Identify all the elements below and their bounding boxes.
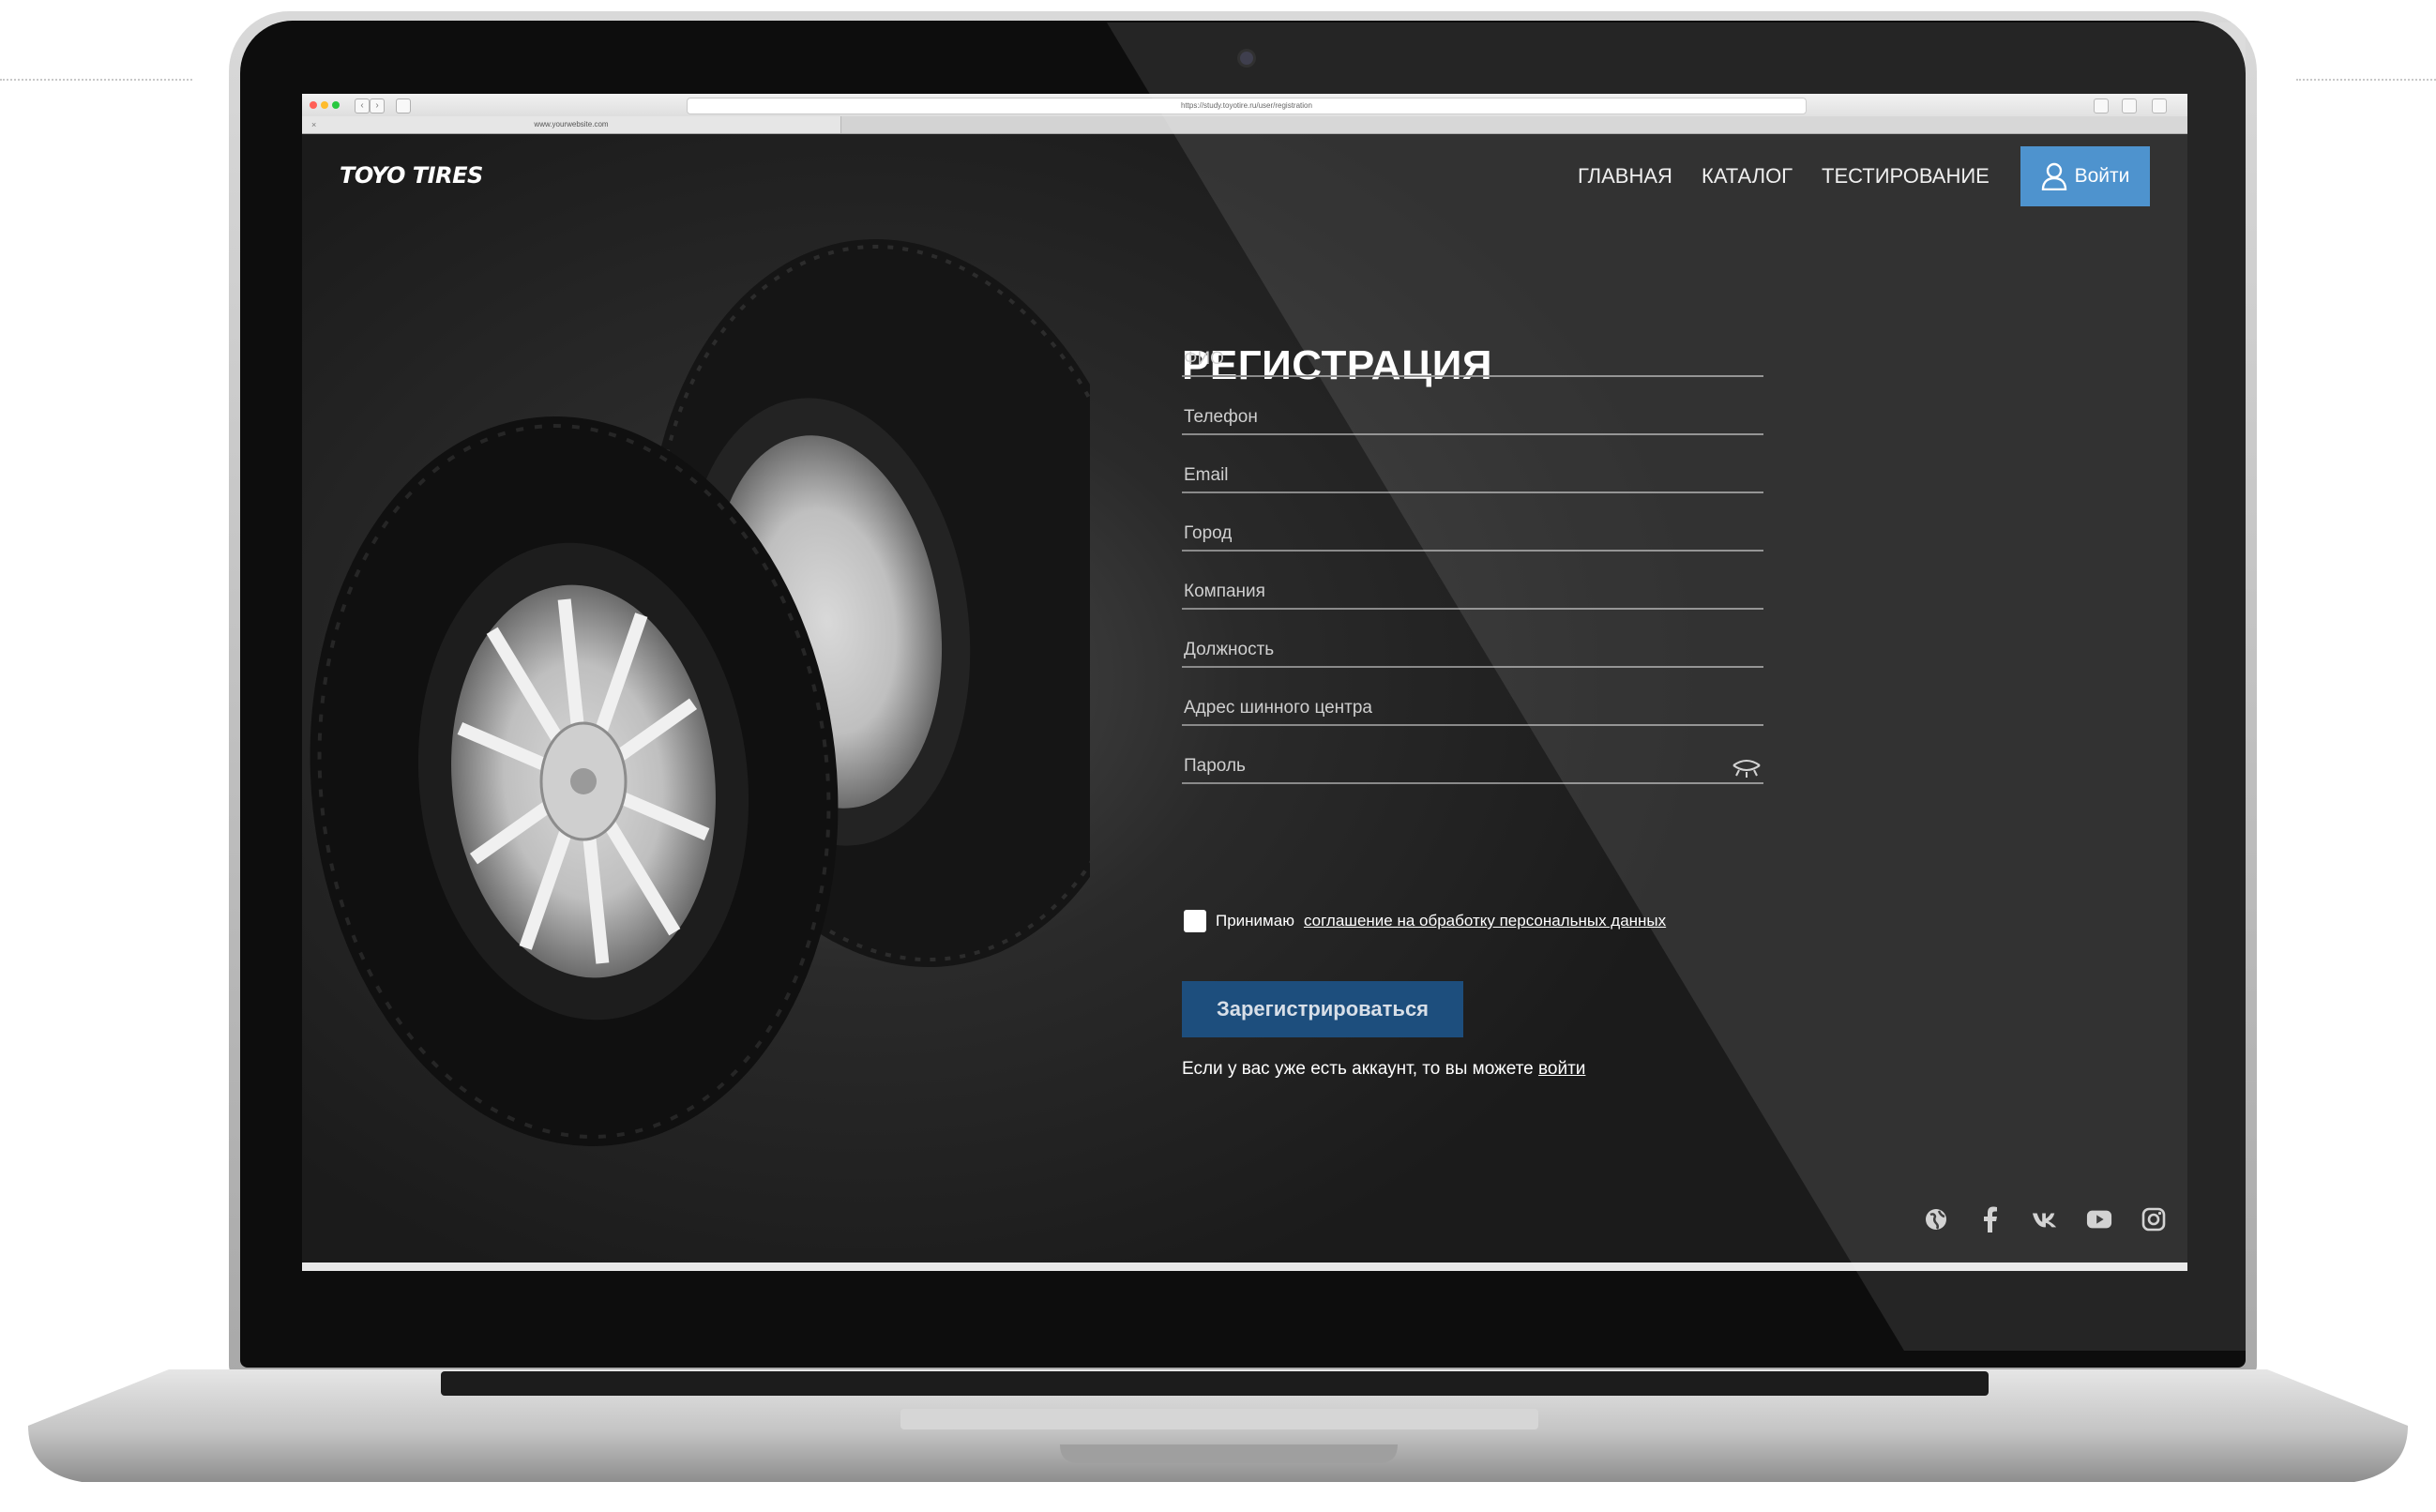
tire-center-address-label: Адрес шинного центра — [1184, 698, 1373, 718]
window-zoom-icon[interactable] — [332, 101, 340, 109]
fio-field[interactable]: ФИО — [1182, 317, 1763, 377]
browser-forward-button[interactable]: › — [370, 98, 385, 113]
login-link[interactable]: войти — [1538, 1059, 1585, 1079]
laptop-base — [28, 1369, 2408, 1482]
company-label: Компания — [1184, 582, 1265, 601]
company-field[interactable]: Компания — [1182, 550, 1763, 610]
agreement-checkbox[interactable] — [1184, 910, 1206, 932]
window-minimize-icon[interactable] — [321, 101, 328, 109]
camera-icon — [1240, 52, 1253, 65]
login-prompt-text: Если у вас уже есть аккаунт, то вы может… — [1182, 1059, 1534, 1079]
phone-label: Телефон — [1184, 407, 1258, 427]
email-label: Email — [1184, 465, 1229, 485]
address-bar[interactable]: https://study.toyotire.ru/user/registrat… — [687, 98, 1807, 114]
instagram-icon[interactable] — [2141, 1206, 2167, 1232]
browser-toolbar: ‹ › https://study.toyotire.ru/user/regis… — [302, 94, 2187, 117]
tire-center-address-field[interactable]: Адрес шинного центра — [1182, 666, 1763, 726]
tab-close-icon[interactable]: × — [311, 116, 316, 133]
facebook-icon[interactable] — [1977, 1206, 2004, 1232]
email-field[interactable]: Email — [1182, 433, 1763, 493]
agreement-text: Принимаю — [1216, 912, 1294, 930]
browser-tab[interactable]: × www.yourwebsite.com — [302, 116, 841, 133]
position-label: Должность — [1184, 640, 1275, 659]
agreement-link[interactable]: соглашение на обработку персональных дан… — [1304, 912, 1666, 930]
toyo-tires-logo[interactable]: TOYO TIRES — [340, 162, 483, 189]
position-field[interactable]: Должность — [1182, 608, 1763, 668]
globe-icon[interactable] — [1923, 1206, 1949, 1232]
sidebar-toggle-icon[interactable] — [396, 98, 411, 113]
youtube-icon[interactable] — [2086, 1206, 2112, 1232]
register-button[interactable]: Зарегистрироваться — [1182, 981, 1463, 1037]
laptop-screen: ‹ › https://study.toyotire.ru/user/regis… — [302, 94, 2187, 1271]
login-label: Войти — [2074, 165, 2130, 187]
nav-link-home[interactable]: ГЛАВНАЯ — [1578, 164, 1672, 189]
browser-tab-strip: × www.yourwebsite.com — [302, 116, 2187, 134]
phone-field[interactable]: Телефон — [1182, 375, 1763, 435]
vk-icon[interactable] — [2032, 1206, 2058, 1232]
social-links — [1923, 1206, 2167, 1232]
password-field[interactable]: Пароль — [1182, 724, 1763, 784]
nav-link-testing[interactable]: ТЕСТИРОВАНИЕ — [1822, 164, 1990, 189]
registration-page: TOYO TIRES ГЛАВНАЯ КАТАЛОГ ТЕСТИРОВАНИЕ … — [302, 134, 2187, 1263]
show-password-icon[interactable] — [1732, 758, 1762, 779]
download-icon[interactable] — [2152, 98, 2167, 113]
city-field[interactable]: Город — [1182, 491, 1763, 552]
password-label: Пароль — [1184, 756, 1246, 776]
nav-link-catalog[interactable]: КАТАЛОГ — [1702, 164, 1793, 189]
browser-back-button[interactable]: ‹ — [355, 98, 370, 113]
window-close-icon[interactable] — [310, 101, 317, 109]
tabs-overview-icon[interactable] — [2122, 98, 2137, 113]
decor-dotted-line-right — [2296, 79, 2436, 81]
agreement-row: Принимаю соглашение на обработку персона… — [1184, 910, 1666, 932]
login-prompt: Если у вас уже есть аккаунт, то вы может… — [1182, 1059, 1585, 1080]
tires-image — [310, 238, 1090, 1146]
fio-label: ФИО — [1184, 349, 1224, 369]
decor-dotted-line-left — [0, 79, 192, 81]
tab-title: www.yourwebsite.com — [534, 120, 609, 129]
user-icon — [2041, 162, 2066, 190]
city-label: Город — [1184, 523, 1233, 543]
login-button[interactable]: Войти — [2020, 146, 2150, 206]
screen-bottom-strip — [302, 1263, 2187, 1271]
share-icon[interactable] — [2094, 98, 2109, 113]
